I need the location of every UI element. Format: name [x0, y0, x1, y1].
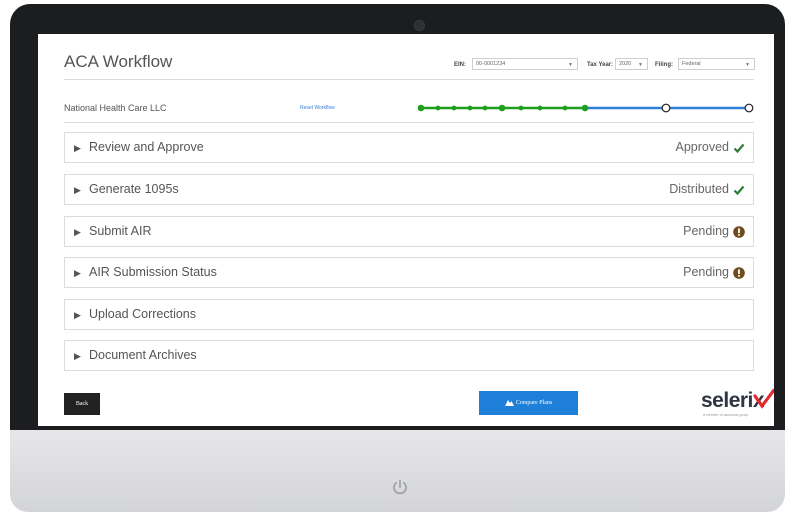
- app-screen: ACA Workflow EIN: 00-0001234 ▼ Tax Year:…: [38, 34, 774, 426]
- section-title: Document Archives: [89, 348, 197, 362]
- ein-label: EIN:: [454, 62, 466, 68]
- compare-plans-button[interactable]: Compare Plans: [479, 391, 578, 415]
- expand-arrow-icon: ▶: [74, 185, 81, 195]
- check-icon: [733, 185, 745, 196]
- workflow-progress: [417, 103, 754, 113]
- section-document-archives[interactable]: ▶ Document Archives: [64, 340, 754, 371]
- filing-value: Federal: [682, 61, 701, 67]
- back-button[interactable]: Back: [64, 393, 100, 415]
- alert-icon: [733, 267, 745, 279]
- progress-step: [581, 104, 589, 112]
- progress-step: [467, 105, 473, 111]
- company-divider: [64, 122, 754, 123]
- expand-arrow-icon: ▶: [74, 268, 81, 278]
- section-title: AIR Submission Status: [89, 265, 217, 279]
- tax-year-label: Tax Year:: [587, 62, 614, 68]
- footer-bar: [38, 382, 774, 426]
- expand-arrow-icon: ▶: [74, 351, 81, 361]
- section-review-and-approve[interactable]: ▶ Review and Approve Approved: [64, 132, 754, 163]
- progress-step: [482, 105, 488, 111]
- expand-arrow-icon: ▶: [74, 227, 81, 237]
- chevron-down-icon: ▼: [638, 62, 643, 68]
- header-divider: [64, 79, 754, 80]
- progress-step: [417, 104, 425, 112]
- monitor-chin: [10, 430, 785, 512]
- expand-arrow-icon: ▶: [74, 310, 81, 320]
- power-icon: [393, 479, 407, 495]
- alert-icon: [733, 226, 745, 238]
- progress-step: [537, 105, 543, 111]
- tax-year-value: 2020: [619, 61, 632, 67]
- section-submit-air[interactable]: ▶ Submit AIR Pending: [64, 216, 754, 247]
- camera-icon: [414, 20, 425, 31]
- selerix-logo: selerix a member of ascensus group: [701, 389, 774, 419]
- progress-step: [451, 105, 457, 111]
- section-status: Pending: [683, 224, 729, 238]
- compare-icon: [504, 400, 514, 407]
- logo-x-mark-icon: [753, 389, 774, 409]
- section-status: Distributed: [669, 182, 729, 196]
- tax-year-select[interactable]: 2020 ▼: [615, 58, 648, 70]
- progress-step: [498, 104, 506, 112]
- section-upload-corrections[interactable]: ▶ Upload Corrections: [64, 299, 754, 330]
- reset-workflow-link[interactable]: Reset Workflow: [300, 105, 335, 111]
- filing-label: Filing:: [655, 62, 673, 68]
- section-title: Generate 1095s: [89, 182, 179, 196]
- progress-step: [562, 105, 568, 111]
- section-status: Pending: [683, 265, 729, 279]
- section-title: Review and Approve: [89, 140, 204, 154]
- compare-plans-label: Compare Plans: [515, 400, 553, 406]
- ein-select[interactable]: 00-0001234 ▼: [472, 58, 578, 70]
- filing-select[interactable]: Federal ▼: [678, 58, 755, 70]
- logo-tagline: a member of ascensus group: [703, 413, 749, 417]
- chevron-down-icon: ▼: [568, 62, 573, 68]
- chevron-down-icon: ▼: [745, 62, 750, 68]
- section-title: Submit AIR: [89, 224, 152, 238]
- progress-step: [661, 103, 671, 113]
- section-air-submission-status[interactable]: ▶ AIR Submission Status Pending: [64, 257, 754, 288]
- expand-arrow-icon: ▶: [74, 143, 81, 153]
- section-title: Upload Corrections: [89, 307, 196, 321]
- progress-step: [435, 105, 441, 111]
- page-title: ACA Workflow: [64, 52, 173, 71]
- section-status: Approved: [675, 140, 729, 154]
- progress-step: [518, 105, 524, 111]
- ein-value: 00-0001234: [476, 61, 506, 67]
- section-generate-1095s[interactable]: ▶ Generate 1095s Distributed: [64, 174, 754, 205]
- company-name: National Health Care LLC: [64, 103, 167, 113]
- check-icon: [733, 143, 745, 154]
- progress-step: [744, 103, 754, 113]
